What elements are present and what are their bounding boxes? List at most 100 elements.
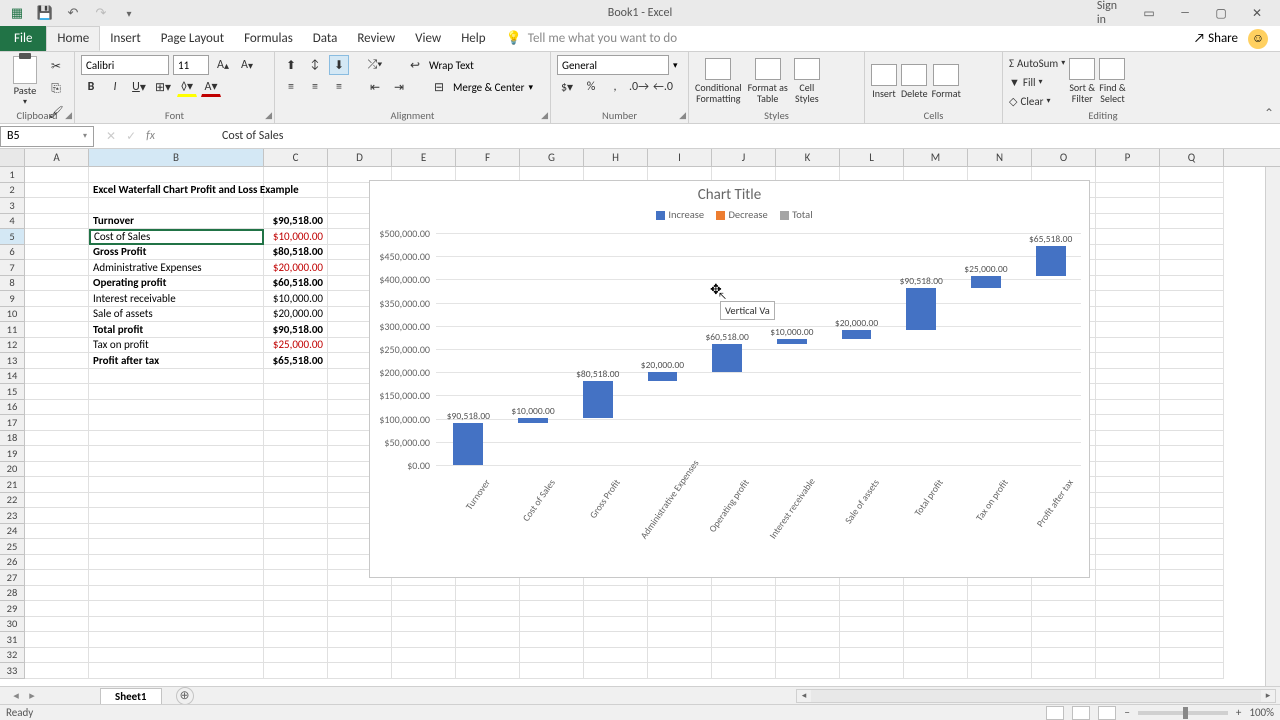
col-header[interactable]: I [648,149,712,166]
chart-bar[interactable] [777,339,807,344]
col-header[interactable]: D [328,149,392,166]
ribbon-display-icon[interactable]: ▭ [1140,6,1158,21]
minimize-icon[interactable]: ― [1176,6,1194,20]
tab-file[interactable]: File [0,26,46,51]
align-top-icon[interactable]: ⬆ [281,55,301,75]
collapse-ribbon-icon[interactable]: ⌃ [1264,106,1274,121]
waterfall-chart[interactable]: Chart Title Increase Decrease Total ✥↖ V… [369,180,1090,578]
chart-bar[interactable] [1036,246,1066,276]
increase-indent-icon[interactable]: ⇥ [389,77,409,97]
font-launcher-icon[interactable]: ◢ [265,110,272,121]
format-cells-button[interactable]: Format [932,54,961,108]
font-size-input[interactable] [173,55,209,75]
horizontal-scrollbar[interactable]: ◂ ▸ [796,689,1276,703]
normal-view-icon[interactable] [1046,706,1064,720]
page-break-view-icon[interactable] [1098,706,1116,720]
paste-button[interactable]: Paste▾ [6,54,44,108]
chart-bar[interactable] [842,330,872,339]
col-header[interactable]: B [89,149,264,166]
align-center-icon[interactable]: ≡ [305,77,325,97]
chart-bar[interactable] [648,372,678,381]
zoom-out-icon[interactable]: − [1124,706,1129,719]
name-box[interactable]: B5▾ [0,126,94,147]
chart-bar[interactable] [583,381,613,418]
fx-icon[interactable]: fx [146,129,155,143]
spreadsheet-grid[interactable]: A B C D E F G H I J K L M N O P Q 12Exce… [0,149,1280,686]
zoom-slider[interactable] [1138,711,1228,715]
share-button[interactable]: ↗ Share [1194,31,1238,46]
col-header[interactable]: P [1096,149,1160,166]
enter-formula-icon[interactable]: ✓ [126,129,136,144]
zoom-in-icon[interactable]: + [1236,706,1241,719]
autosum-button[interactable]: ΣAutoSum▾ [1009,54,1065,72]
col-header[interactable]: C [264,149,328,166]
cancel-formula-icon[interactable]: ✕ [106,129,116,144]
fill-button[interactable]: ▼Fill▾ [1009,73,1065,91]
number-format-select[interactable] [557,55,669,75]
column-headers[interactable]: A B C D E F G H I J K L M N O P Q [0,149,1280,167]
chart-bar[interactable] [906,288,936,330]
zoom-level[interactable]: 100% [1249,706,1274,719]
tab-insert[interactable]: Insert [100,26,151,51]
percent-icon[interactable]: % [581,77,601,97]
align-middle-icon[interactable]: ↕ [305,55,325,75]
sign-in-link[interactable]: Sign in [1098,0,1116,27]
font-color-button[interactable]: A▾ [201,77,221,97]
insert-cells-button[interactable]: Insert [871,54,897,108]
vertical-scrollbar[interactable] [1265,167,1280,686]
align-right-icon[interactable]: ≡ [329,77,349,97]
scroll-right-icon[interactable]: ▸ [1261,690,1275,702]
col-header[interactable]: H [584,149,648,166]
tab-help[interactable]: Help [451,26,495,51]
col-header[interactable]: G [520,149,584,166]
orientation-icon[interactable]: ⤮▾ [365,55,385,75]
chart-bar[interactable] [518,418,548,423]
underline-button[interactable]: U▾ [129,77,149,97]
qat-customize-icon[interactable]: ▾ [120,4,138,22]
cell-styles-button[interactable]: Cell Styles [794,54,820,108]
sheet-nav-next-icon[interactable]: ▸ [29,689,35,702]
tab-page-layout[interactable]: Page Layout [151,26,234,51]
cut-icon[interactable]: ✂ [46,56,66,76]
alignment-launcher-icon[interactable]: ◢ [541,110,548,121]
chart-bar[interactable] [712,344,742,372]
col-header[interactable]: A [25,149,89,166]
number-launcher-icon[interactable]: ◢ [679,110,686,121]
clipboard-launcher-icon[interactable]: ◢ [65,110,72,121]
fill-color-button[interactable]: ◊▾ [177,77,197,97]
bold-button[interactable]: B [81,77,101,97]
emoji-feedback-icon[interactable]: ☺ [1248,29,1268,49]
sort-filter-button[interactable]: Sort & Filter [1069,54,1095,108]
select-all-corner[interactable] [0,149,25,166]
conditional-formatting-button[interactable]: Conditional Formatting [695,54,742,108]
formula-input[interactable]: Cost of Sales [214,129,1280,143]
col-header[interactable]: F [456,149,520,166]
redo-icon[interactable]: ↷ [92,4,110,22]
decrease-indent-icon[interactable]: ⇤ [365,77,385,97]
undo-icon[interactable]: ↶ [64,4,82,22]
align-bottom-icon[interactable]: ⬇ [329,55,349,75]
col-header[interactable]: L [840,149,904,166]
tellme-search[interactable]: 💡 Tell me what you want to do [496,26,688,51]
maximize-icon[interactable]: ▢ [1212,6,1230,21]
border-button[interactable]: ⊞▾ [153,77,173,97]
close-icon[interactable]: ✕ [1248,6,1266,21]
wrap-text-button[interactable]: ↩ [405,55,425,75]
chart-bar[interactable] [971,276,1001,288]
col-header[interactable]: J [712,149,776,166]
add-sheet-button[interactable]: ⊕ [176,687,194,705]
tab-formulas[interactable]: Formulas [234,26,303,51]
font-name-input[interactable] [81,55,169,75]
save-icon[interactable]: 💾 [36,4,54,22]
scroll-left-icon[interactable]: ◂ [797,690,811,702]
col-header[interactable]: Q [1160,149,1224,166]
delete-cells-button[interactable]: Delete [901,54,928,108]
col-header[interactable]: K [776,149,840,166]
tab-review[interactable]: Review [347,26,405,51]
col-header[interactable]: M [904,149,968,166]
col-header[interactable]: N [968,149,1032,166]
col-header[interactable]: O [1032,149,1096,166]
sheet-nav-prev-icon[interactable]: ◂ [13,689,19,702]
chart-bar[interactable] [453,423,483,465]
tab-home[interactable]: Home [46,26,100,51]
